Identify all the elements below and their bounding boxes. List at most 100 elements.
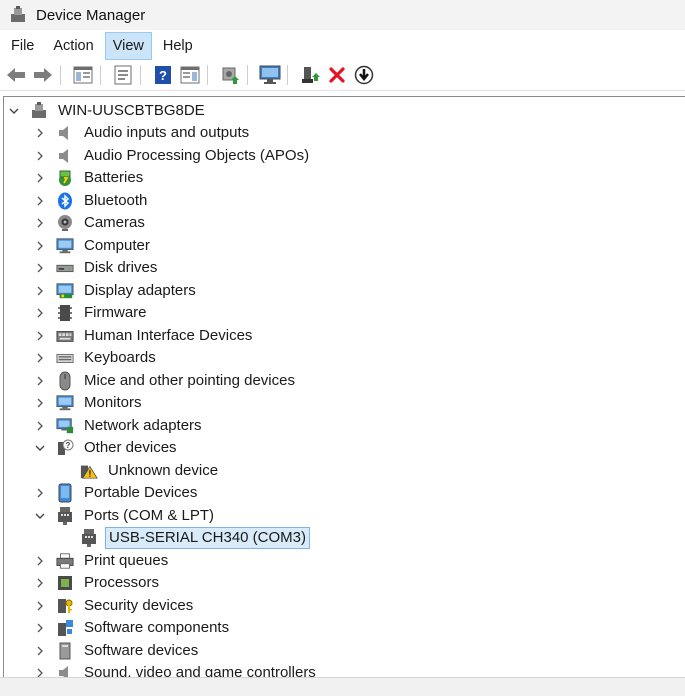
chevron-down-icon[interactable] (34, 442, 46, 454)
printer-icon (56, 552, 74, 570)
toolbar-separator (247, 65, 248, 85)
tree-item-usb-serial-ch340[interactable]: USB-SERIAL CH340 (COM3) (58, 527, 310, 549)
tree-item-display-adapters[interactable]: Display adapters (34, 280, 199, 302)
status-bar (0, 677, 685, 696)
svg-text:?: ? (66, 441, 71, 450)
chevron-down-icon[interactable] (8, 105, 20, 117)
chevron-right-icon[interactable] (34, 352, 46, 364)
tree-root[interactable]: WIN-UUSCBTBG8DE (8, 100, 208, 122)
tree-item-audio-processing-objects[interactable]: Audio Processing Objects (APOs) (34, 145, 312, 167)
port-icon (80, 529, 98, 547)
chevron-right-icon[interactable] (34, 285, 46, 297)
toolbar-separator (140, 65, 141, 85)
chevron-right-icon[interactable] (34, 262, 46, 274)
port-icon (56, 507, 74, 525)
unknown-device-icon: ? (56, 439, 74, 457)
chevron-right-icon[interactable] (34, 622, 46, 634)
bluetooth-icon (56, 192, 74, 210)
menu-help[interactable]: Help (155, 32, 201, 60)
chevron-right-icon[interactable] (34, 645, 46, 657)
title-bar: Device Manager (0, 0, 685, 30)
svg-text:?: ? (159, 68, 167, 83)
chevron-right-icon[interactable] (34, 600, 46, 612)
chevron-right-icon[interactable] (34, 555, 46, 567)
back-icon[interactable] (5, 64, 27, 86)
chevron-right-icon[interactable] (34, 487, 46, 499)
properties-icon[interactable] (112, 64, 134, 86)
tree-item-processors[interactable]: Processors (34, 572, 162, 594)
keyboard-icon (56, 349, 74, 367)
toolbar-separator (287, 65, 288, 85)
tree-item-cameras[interactable]: Cameras (34, 212, 148, 234)
chevron-right-icon[interactable] (34, 667, 46, 677)
chevron-right-icon[interactable] (34, 217, 46, 229)
tree-item-audio-inputs-outputs[interactable]: Audio inputs and outputs (34, 122, 252, 144)
tree-root-label: WIN-UUSCBTBG8DE (58, 102, 205, 119)
tree-item-batteries[interactable]: Batteries (34, 167, 146, 189)
mouse-icon (56, 371, 74, 391)
software-component-icon (56, 619, 74, 637)
device-manager-icon (11, 6, 25, 22)
tree-item-software-components[interactable]: Software components (34, 617, 232, 639)
portable-device-icon (56, 483, 74, 503)
chevron-right-icon[interactable] (34, 330, 46, 342)
tree-item-computer[interactable]: Computer (34, 235, 153, 257)
chevron-right-icon[interactable] (34, 172, 46, 184)
action-pane-icon[interactable] (179, 64, 201, 86)
tree-item-network-adapters[interactable]: Network adapters (34, 415, 205, 437)
monitor-icon (56, 237, 74, 255)
tree-item-mice[interactable]: Mice and other pointing devices (34, 370, 298, 392)
menu-file[interactable]: File (3, 32, 42, 60)
chevron-right-icon[interactable] (34, 127, 46, 139)
forward-icon[interactable] (32, 64, 54, 86)
processor-icon (56, 574, 74, 592)
tree-item-sound-video-game-controllers[interactable]: Sound, video and game controllers (34, 662, 319, 677)
tree-item-portable-devices[interactable]: Portable Devices (34, 482, 200, 504)
tree-item-software-devices[interactable]: Software devices (34, 640, 201, 662)
tree-item-bluetooth[interactable]: Bluetooth (34, 190, 150, 212)
menu-view[interactable]: View (104, 31, 152, 60)
chevron-right-icon[interactable] (34, 375, 46, 387)
computer-root-icon (30, 102, 48, 120)
toolbar: ? (0, 60, 685, 91)
speaker-icon (56, 664, 74, 677)
tree-item-human-interface-devices[interactable]: Human Interface Devices (34, 325, 255, 347)
show-hide-console-tree-icon[interactable] (72, 64, 94, 86)
chevron-right-icon[interactable] (34, 397, 46, 409)
window-title: Device Manager (36, 6, 146, 24)
disk-drive-icon (56, 259, 74, 277)
chevron-right-icon[interactable] (34, 195, 46, 207)
chevron-right-icon[interactable] (34, 420, 46, 432)
chevron-right-icon[interactable] (34, 240, 46, 252)
menu-bar: File Action View Help (0, 31, 685, 60)
tree-item-monitors[interactable]: Monitors (34, 392, 145, 414)
camera-icon (56, 214, 74, 232)
tree-item-keyboards[interactable]: Keyboards (34, 347, 159, 369)
hid-icon (56, 327, 74, 345)
chevron-right-icon[interactable] (34, 577, 46, 589)
chevron-right-icon[interactable] (34, 150, 46, 162)
warning-device-icon (80, 462, 98, 480)
tree-item-security-devices[interactable]: Security devices (34, 595, 196, 617)
tree-item-print-queues[interactable]: Print queues (34, 550, 171, 572)
speaker-icon (56, 147, 74, 165)
tree-item-ports[interactable]: Ports (COM & LPT) (34, 505, 217, 527)
update-driver-icon[interactable] (219, 64, 241, 86)
monitor-icon (56, 394, 74, 412)
enable-device-icon[interactable] (299, 64, 321, 86)
tree-item-unknown-device[interactable]: Unknown device (58, 460, 221, 482)
scan-hardware-icon[interactable] (259, 64, 281, 86)
chevron-down-icon[interactable] (34, 510, 46, 522)
menu-action[interactable]: Action (45, 32, 101, 60)
tree-item-other-devices[interactable]: ? Other devices (34, 437, 180, 459)
uninstall-device-icon[interactable] (326, 64, 348, 86)
device-tree[interactable]: WIN-UUSCBTBG8DE Audio inputs and outputs… (3, 96, 685, 677)
display-adapter-icon (56, 282, 74, 300)
chevron-right-icon[interactable] (34, 307, 46, 319)
disable-device-icon[interactable] (353, 64, 375, 86)
tree-item-disk-drives[interactable]: Disk drives (34, 257, 160, 279)
tree-item-firmware[interactable]: Firmware (34, 302, 150, 324)
toolbar-separator (60, 65, 61, 85)
firmware-chip-icon (56, 304, 74, 322)
help-icon[interactable]: ? (152, 64, 174, 86)
